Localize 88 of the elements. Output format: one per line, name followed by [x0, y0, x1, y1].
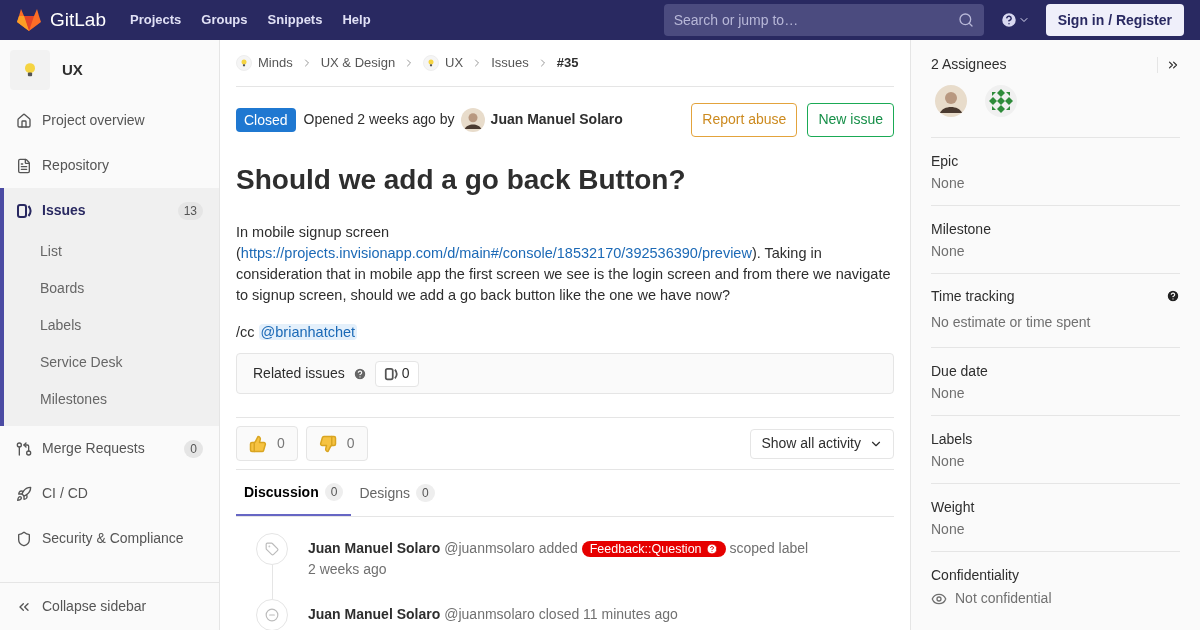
sidebar-subitem[interactable]: Milestones: [4, 381, 219, 418]
sidebar-section-title: Labels: [931, 430, 974, 449]
invision-link[interactable]: https://projects.invisionapp.com/d/main#/console/18532170/392536390/preview: [240, 245, 752, 261]
sidebar-item[interactable]: CI / CD: [0, 471, 219, 516]
note-author[interactable]: Juan Manuel Solaro: [308, 538, 441, 559]
opened-info: Opened 2 weeks ago by: [303, 110, 455, 129]
user-avatar: [935, 85, 967, 117]
help-dropdown[interactable]: [999, 11, 1030, 29]
note-action: closed 11 minutes ago: [538, 605, 678, 624]
note-author[interactable]: Juan Manuel Solaro: [308, 604, 441, 625]
sign-in-button[interactable]: Sign in / Register: [1045, 4, 1184, 36]
gitlab-wordmark[interactable]: GitLab: [50, 5, 106, 35]
note-action: scoped label: [729, 539, 809, 558]
count-badge: 13: [177, 201, 203, 220]
breadcrumb-link[interactable]: UX: [445, 53, 464, 73]
rocket-icon: [16, 485, 32, 502]
sidebar-subitem[interactable]: Boards: [4, 270, 219, 307]
nav-link[interactable]: Groups: [201, 10, 248, 30]
identicon-avatar: [985, 85, 1017, 117]
issues-icon: [383, 366, 398, 381]
scoped-label[interactable]: Feedback::Question: [581, 540, 726, 557]
sidebar-section-value: No estimate or time spent: [931, 313, 1092, 332]
issue-description: In mobile signup screen (https://projects.invisionapp.com/d/main#/console/18532170/392536390/preview). Taking in consideration that in mobile app the first screen we see is the login screen and from there we navigate to signup screen, should we add a go back button like the one we have now?: [236, 223, 892, 305]
note-time: 2 weeks ago: [308, 561, 387, 577]
tab[interactable]: Discussion 0: [236, 470, 352, 516]
sidebar-section-title: Epic: [931, 152, 960, 171]
user-avatar: [460, 107, 485, 132]
assignees-title: 2 Assignees: [931, 55, 1008, 74]
sidebar-item[interactable]: Security & Compliance: [0, 516, 219, 561]
thumbs-down-icon: [318, 434, 337, 453]
sidebar-section-title: Weight: [931, 498, 976, 517]
breadcrumb-link[interactable]: UX & Design: [320, 53, 396, 73]
thumbs-up-icon: [249, 434, 267, 453]
tag-icon: [265, 542, 279, 556]
nav-link[interactable]: Snippets: [267, 10, 323, 30]
count-badge: 0: [184, 439, 203, 458]
nav-link[interactable]: Projects: [130, 10, 182, 30]
note-handle: @juanmsolaro: [444, 605, 535, 624]
minus-circle-icon: [265, 608, 279, 622]
merge-request-icon: [16, 440, 32, 457]
sidebar-section-title: Confidentiality: [931, 566, 1020, 585]
tab[interactable]: Designs 0: [351, 470, 443, 516]
new-issue-button[interactable]: New issue: [807, 102, 894, 137]
sidebar-section-value: None: [931, 520, 966, 539]
sidebar-item[interactable]: Project overview: [0, 98, 219, 143]
project-name[interactable]: UX: [62, 58, 83, 82]
home-icon: [16, 112, 32, 129]
breadcrumb-link[interactable]: #35: [556, 53, 579, 73]
search-icon: [957, 12, 974, 28]
sidebar-section-title: Milestone: [931, 220, 992, 239]
shield-icon: [16, 530, 32, 547]
issues-icon: [16, 202, 32, 219]
breadcrumb-link[interactable]: Issues: [491, 53, 529, 73]
user-mention[interactable]: @brianhatchet: [258, 324, 358, 340]
sidebar-item[interactable]: Merge Requests 0: [0, 426, 219, 471]
fox-logo-icon: [16, 8, 42, 32]
sidebar-subitem[interactable]: Service Desk: [4, 344, 219, 381]
sidebar-section-value: None: [931, 384, 966, 403]
author-link[interactable]: Juan Manuel Solaro: [490, 109, 623, 130]
sidebar-item[interactable]: Issues 13: [4, 188, 219, 233]
sidebar-section-value: None: [931, 174, 966, 193]
related-count-badge: 0: [374, 360, 419, 387]
document-icon: [16, 157, 32, 174]
help-icon: [999, 11, 1018, 29]
note-action: added: [538, 539, 578, 558]
issue-title: Should we add a go back Button?: [236, 164, 687, 196]
count-badge: 0: [324, 483, 344, 501]
search-field[interactable]: Search or jump to…: [663, 4, 984, 36]
sidebar-section-title: Due date: [931, 362, 989, 381]
sidebar-item[interactable]: Repository: [0, 143, 219, 188]
sidebar-section-title: Time tracking: [931, 287, 1016, 306]
count-badge: 0: [416, 484, 435, 502]
cc-line: /cc @brianhatchet: [236, 323, 359, 342]
emoji-award-button[interactable]: 0: [305, 426, 368, 461]
emoji-award-button[interactable]: 0: [236, 426, 298, 461]
help-icon: [352, 366, 367, 381]
sidebar-subitem[interactable]: Labels: [4, 307, 219, 344]
note-handle: @juanmsolaro: [444, 539, 535, 558]
breadcrumb-link[interactable]: Minds: [258, 53, 293, 73]
sidebar-subitem[interactable]: List: [4, 233, 219, 270]
activity-filter-dropdown[interactable]: Show all activity: [750, 428, 894, 459]
nav-link[interactable]: Help: [342, 10, 371, 30]
status-badge: Closed: [236, 107, 296, 132]
help-icon: [705, 542, 718, 555]
related-issues-label: Related issues: [253, 364, 345, 383]
sidebar-section-value: None: [931, 242, 966, 261]
sidebar-section-value: None: [931, 452, 966, 471]
sidebar-section-value: Not confidential: [955, 589, 1052, 608]
